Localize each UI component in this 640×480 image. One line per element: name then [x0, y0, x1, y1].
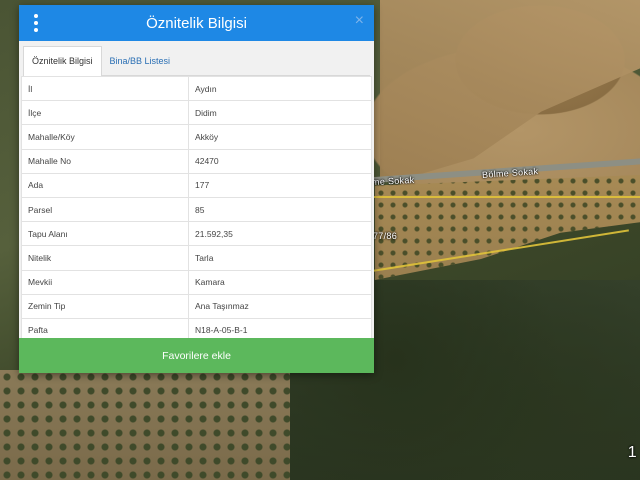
- attribute-table: İl Aydın İlçe Didim Mahalle/Köy Akköy Ma…: [21, 75, 372, 344]
- table-row: Tapu Alanı 21.592,35: [21, 221, 372, 247]
- attribute-value: Aydın: [188, 75, 372, 102]
- table-row: Zemin Tip Ana Taşınmaz: [21, 293, 372, 319]
- attribute-key: Nitelik: [21, 245, 189, 271]
- attribute-key: Tapu Alanı: [21, 221, 189, 247]
- attribute-value: 21.592,35: [188, 221, 372, 247]
- map-corner-text: 1: [627, 444, 637, 461]
- map-olive-grove: [0, 370, 300, 480]
- attribute-value: 177: [188, 172, 372, 198]
- table-row: Mevkii Kamara: [21, 269, 372, 295]
- attribute-value: Ana Taşınmaz: [188, 293, 372, 319]
- table-row: Mahalle No 42470: [21, 148, 372, 174]
- attribute-info-dialog: Öznitelik Bilgisi × Öznitelik Bilgisi Bi…: [19, 5, 374, 373]
- attribute-key: Parsel: [21, 196, 189, 223]
- attribute-value: 85: [188, 196, 372, 223]
- parcel-boundary-top: [372, 196, 640, 198]
- table-row: Parsel 85: [21, 196, 372, 223]
- add-to-favorites-button[interactable]: Favorilere ekle: [19, 338, 374, 373]
- attribute-key: Zemin Tip: [21, 293, 189, 319]
- attribute-value: 42470: [188, 148, 372, 174]
- attribute-value: Akköy: [188, 124, 372, 150]
- attribute-value: Tarla: [188, 245, 372, 271]
- attribute-value: Didim: [188, 100, 372, 126]
- table-row: Ada 177: [21, 172, 372, 198]
- dialog-header: Öznitelik Bilgisi ×: [19, 5, 374, 41]
- close-icon[interactable]: ×: [355, 12, 364, 30]
- attribute-key: İlçe: [21, 100, 189, 126]
- dialog-title: Öznitelik Bilgisi: [146, 14, 247, 32]
- table-row: İl Aydın: [21, 75, 372, 102]
- attribute-key: Mahalle No: [21, 148, 189, 174]
- table-row: Nitelik Tarla: [21, 245, 372, 271]
- attribute-key: İl: [21, 75, 189, 102]
- tab-attribute-info[interactable]: Öznitelik Bilgisi: [23, 46, 102, 76]
- attribute-value: Kamara: [188, 269, 372, 295]
- attribute-key: Ada: [21, 172, 189, 198]
- table-row: Mahalle/Köy Akköy: [21, 124, 372, 150]
- tab-bar: Öznitelik Bilgisi Bina/BB Listesi: [23, 45, 370, 76]
- table-row: İlçe Didim: [21, 100, 372, 126]
- parcel-number-label: 77/86: [373, 231, 398, 241]
- attribute-key: Mevkii: [21, 269, 189, 295]
- attribute-key: Mahalle/Köy: [21, 124, 189, 150]
- vertical-dots-icon[interactable]: [31, 14, 41, 32]
- tab-building-list[interactable]: Bina/BB Listesi: [102, 47, 179, 75]
